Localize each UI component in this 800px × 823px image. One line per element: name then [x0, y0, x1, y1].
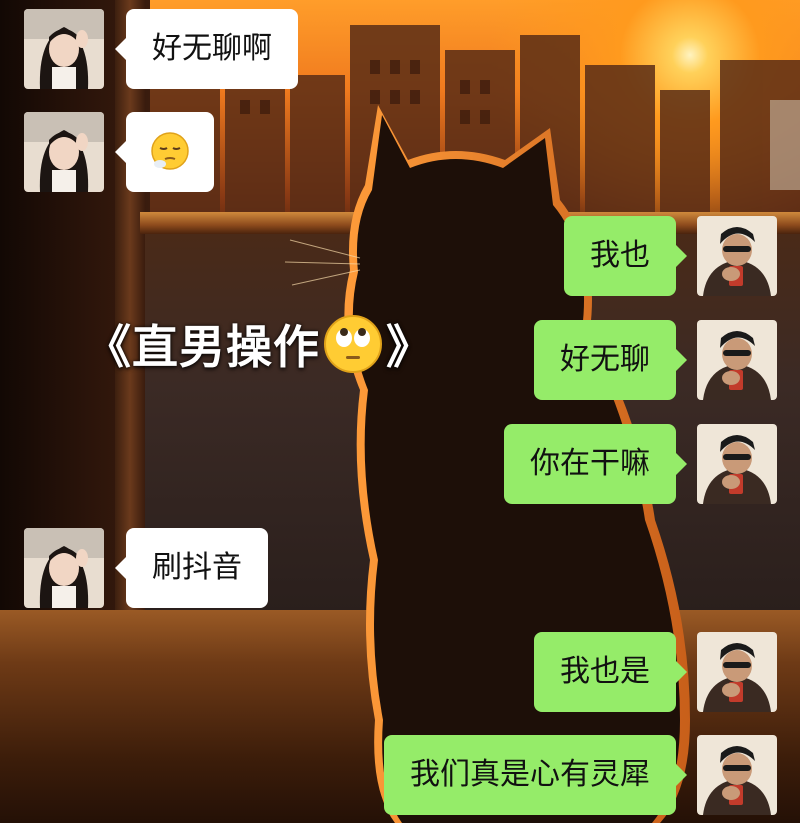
message-bubble-outgoing[interactable]: 你在干嘛 [504, 424, 687, 504]
girl-avatar-image [24, 528, 104, 608]
cat-silhouette [284, 105, 690, 823]
girl-avatar-image [24, 9, 104, 89]
avatar-boy[interactable] [697, 216, 777, 296]
avatar-boy[interactable] [697, 320, 777, 400]
boy-avatar-image [697, 320, 777, 400]
girl-avatar-image [24, 112, 104, 192]
avatar-girl[interactable] [24, 9, 104, 89]
boy-avatar-image [697, 735, 777, 815]
message-text: 好无聊啊 [152, 31, 272, 66]
message-text: 我也是 [560, 654, 650, 689]
overlay-title-text: 《直男操作 [85, 320, 320, 374]
message-text: 我们真是心有灵犀 [410, 757, 650, 792]
message-text: 你在干嘛 [530, 446, 650, 481]
message-bubble-incoming[interactable] [115, 112, 214, 192]
message-bubble-outgoing[interactable]: 我也 [564, 216, 687, 296]
message-bubble-outgoing[interactable]: 我也是 [534, 632, 687, 712]
boy-avatar-image [697, 632, 777, 712]
avatar-boy[interactable] [697, 735, 777, 815]
overlay-title-end: 》 [386, 320, 433, 374]
avatar-girl[interactable] [24, 528, 104, 608]
background-photo [0, 0, 800, 823]
message-text: 刷抖音 [152, 550, 242, 585]
message-bubble-outgoing[interactable]: 我们真是心有灵犀 [384, 735, 687, 815]
message-bubble-outgoing[interactable]: 好无聊 [534, 320, 687, 400]
boy-avatar-image [697, 424, 777, 504]
boy-avatar-image [697, 216, 777, 296]
pensive-emoji-icon [151, 131, 189, 170]
avatar-boy[interactable] [697, 424, 777, 504]
overlay-title: 《直男操作 》 [85, 313, 433, 377]
avatar-girl[interactable] [24, 112, 104, 192]
avatar-boy[interactable] [697, 632, 777, 712]
eye-roll-emoji-icon [324, 315, 382, 373]
message-bubble-incoming[interactable]: 好无聊啊 [115, 9, 298, 89]
message-text: 我也 [590, 238, 650, 273]
message-text: 好无聊 [560, 342, 650, 377]
message-bubble-incoming[interactable]: 刷抖音 [115, 528, 268, 608]
